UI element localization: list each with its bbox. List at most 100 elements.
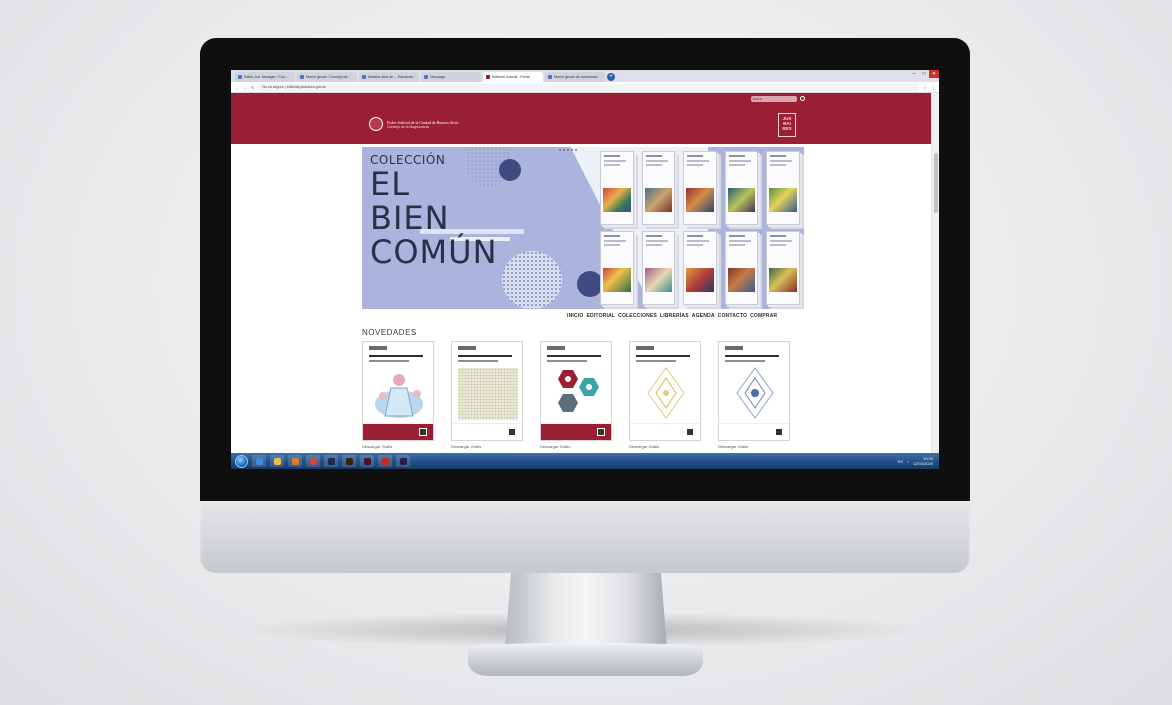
banner-dot-circle [502,251,562,309]
pattern-illustration-icon [458,368,518,420]
browser-tab[interactable]: Nuevo gestor / Consejo de... [297,72,357,82]
novedades-heading: NOVEDADES [362,328,417,337]
reload-icon[interactable]: ↻ [251,85,254,90]
product-cover[interactable] [718,341,790,441]
nav-item-comprar[interactable]: COMPRAR [750,313,777,319]
book-collage [600,151,800,305]
book-cover [641,151,676,225]
banner-circle [499,159,521,181]
new-tab-button[interactable]: + [607,73,615,81]
product-card[interactable]: Descargar Gratis [540,341,612,449]
close-button[interactable]: ✕ [929,70,939,78]
product-card[interactable]: Descargar Gratis [451,341,523,449]
taskbar-indesign-icon[interactable] [360,455,374,467]
taskbar-media-icon[interactable] [288,455,302,467]
product-link[interactable]: Descargar Gratis [629,444,701,449]
nav-item-colecciones[interactable]: COLECCIONES [618,313,657,319]
monitor-chin [200,499,970,573]
scrollbar-thumb[interactable] [934,153,938,213]
volume-icon[interactable]: ♪ [907,459,909,464]
tab-favicon [486,75,490,79]
site-search-input[interactable]: Buscar [751,96,797,102]
brand-subtitle: Consejo de la Magistratura [387,124,429,129]
book-cover [600,231,634,305]
tab-favicon [362,75,366,79]
tab-favicon [548,75,552,79]
taskbar-photoshop-icon[interactable] [324,455,338,467]
product-link[interactable]: Descargar Gratis [540,444,612,449]
tab-favicon [238,75,242,79]
jusbaires-logo[interactable]: JUS BAI RES [778,113,796,137]
nav-item-contacto[interactable]: CONTACTO [718,313,747,319]
taskbar-acrobat-icon[interactable] [378,455,392,467]
banner-title: COLECCIÓN EL BIEN COMÚN [370,153,498,269]
language-indicator[interactable]: ES [898,459,903,464]
product-card[interactable]: Descargar Gratis [718,341,790,449]
hexagons-illustration-icon [558,370,599,412]
star-icon[interactable]: ☆ [923,85,927,90]
browser-tab[interactable]: Nuestra obra de ... Ediciones [359,72,419,82]
tab-favicon [300,75,304,79]
product-link[interactable]: Descargar Gratis [451,444,523,449]
tab-favicon [424,75,428,79]
product-cover[interactable] [451,341,523,441]
nav-item-inicio[interactable]: INICIO [567,313,583,319]
monitor-base [468,646,703,676]
product-cover[interactable] [629,341,701,441]
page-scrollbar[interactable] [931,93,939,469]
nav-item-librerias[interactable]: LIBRERÍAS [660,313,689,319]
book-cover [600,151,634,225]
qr-code-icon [775,428,783,436]
product-list: Descargar Gratis Descargar Gratis Descar… [362,341,802,449]
site-brand[interactable]: Poder Judicial de la Ciudad de Buenos Ai… [369,117,458,131]
monitor-screen: Editor Jud. Manager / Con... Nuevo gesto… [231,70,939,469]
slider-dots[interactable] [559,149,577,151]
minimize-button[interactable]: – [909,70,919,78]
search-icon[interactable] [800,96,805,101]
taskbar-app-icon[interactable] [396,455,410,467]
os-taskbar: ES ♪ 10:30 12/03/2020 [231,453,939,469]
book-cover [724,231,759,305]
book-cover [766,231,800,305]
nav-item-editorial[interactable]: EDITORIAL [586,313,615,319]
product-card[interactable]: Descargar Gratis [629,341,701,449]
browser-tab-bar: Editor Jud. Manager / Con... Nuevo gesto… [231,70,939,82]
browser-tab[interactable]: Nuevo gestor de contenidos [545,72,605,82]
back-icon[interactable]: ← [235,85,239,90]
book-cover [683,151,717,225]
product-link[interactable]: Descargar Gratis [362,444,434,449]
monitor-stand [505,568,667,648]
taskbar-illustrator-icon[interactable] [342,455,356,467]
product-card[interactable]: Descargar Gratis [362,341,434,449]
qr-code-icon [419,428,427,436]
browser-tab-active[interactable]: Editorial Judicial - Portal [483,72,543,82]
product-link[interactable]: Descargar Gratis [718,444,790,449]
start-button[interactable] [235,454,248,468]
book-cover [724,151,759,225]
taskbar-ie-icon[interactable] [252,455,266,467]
diamond-blue-illustration-icon [736,367,774,419]
system-tray: ES ♪ 10:30 12/03/2020 [898,456,933,466]
forward-icon[interactable]: → [243,85,247,90]
product-cover[interactable] [540,341,612,441]
product-cover[interactable] [362,341,434,441]
diamond-illustration-icon [647,367,685,419]
banner-line-2: EL [370,165,411,203]
window-controls: – □ ✕ [909,70,939,78]
book-cover [641,231,676,305]
browser-tab[interactable]: Descarga [421,72,481,82]
address-bar[interactable]: No es seguro | editorial.jusbaires.gob.a… [258,83,920,91]
book-cover [683,231,717,305]
taskbar-chrome-icon[interactable] [306,455,320,467]
menu-icon[interactable]: ⋮ [931,85,935,90]
hero-banner[interactable]: COLECCIÓN EL BIEN COMÚN [362,147,804,309]
maximize-button[interactable]: □ [919,70,929,78]
nav-item-agenda[interactable]: AGENDA [692,313,715,319]
figure-illustration-icon [375,374,423,418]
seal-icon [369,117,383,131]
qr-code-icon [597,428,605,436]
clock[interactable]: 10:30 12/03/2020 [913,456,933,466]
browser-toolbar: ← → ↻ No es seguro | editorial.jusbaires… [231,82,939,93]
browser-tab[interactable]: Editor Jud. Manager / Con... [235,72,295,82]
taskbar-folder-icon[interactable] [270,455,284,467]
